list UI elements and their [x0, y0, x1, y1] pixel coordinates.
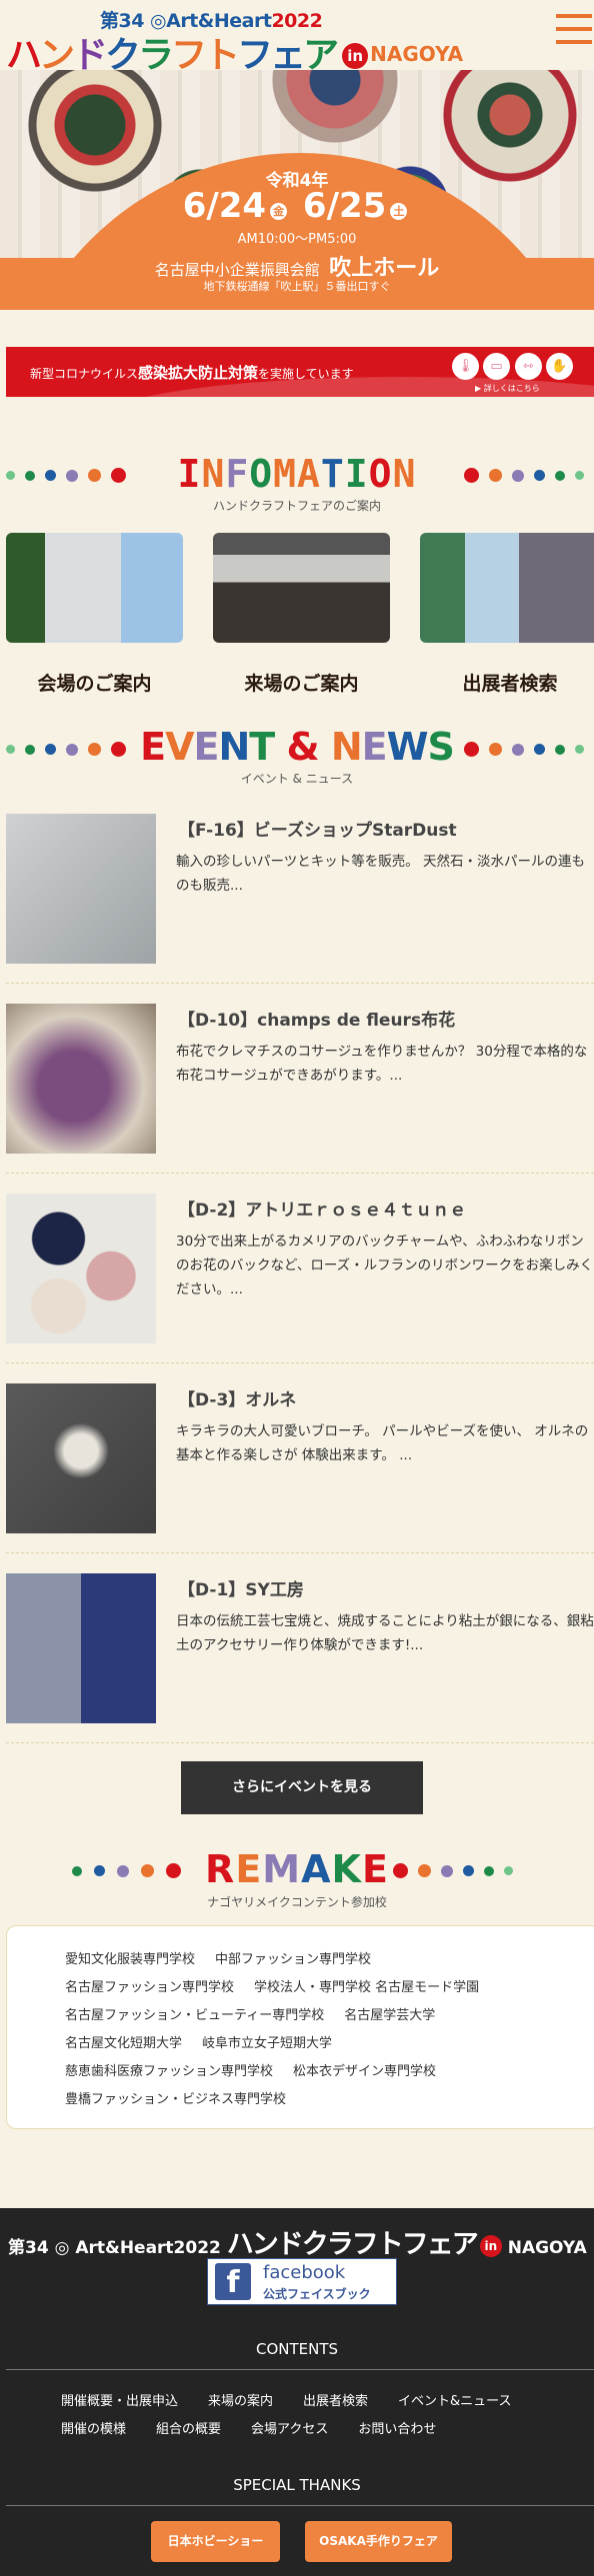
footer-links-row: 開催の模様 組合の概要 会場アクセス お問い合わせ	[61, 2418, 466, 2437]
school-name: 慈恵歯科医療ファッション専門学校	[65, 2064, 274, 2079]
event-item[interactable]: 【D-2】アトリエｒｏｓｅ４ｔｕｎｅ 30分で出来上がるカメリアのバックチャームや…	[0, 1194, 594, 1363]
divider	[6, 2369, 594, 2370]
osaka-fair-button[interactable]: OSAKA手作りフェア	[305, 2521, 452, 2562]
more-events-button[interactable]: さらにイベントを見る	[181, 1761, 423, 1814]
event-description: 30分で出来上がるカメリアのバックチャームや、ふわふわなリボンのお花のバックなど…	[176, 1234, 594, 1297]
school-name: 学校法人・専門学校 名古屋モード学園	[254, 1980, 480, 1995]
footer: 第34 ◎ Art&Heart2022 ハンドクラフトフェア in NAGOYA …	[0, 2208, 594, 2576]
event-photo	[6, 1194, 156, 1343]
school-list: 愛知文化服装専門学校 中部ファッション専門学校名古屋ファッション専門学校 学校法人・…	[6, 1925, 594, 2129]
divider	[6, 983, 594, 984]
hero-banner: 令和4年 6/24 金 6/25 土 AM10:00〜PM5:00 名古屋中小企業振…	[0, 70, 594, 310]
school-name: 名古屋ファッション専門学校	[65, 1980, 235, 1995]
event-title[interactable]: 【D-10】champs de fleurs布花	[178, 1006, 455, 1031]
event-item[interactable]: 【F-16】ビーズショップStarDust 輸入の珍しいパーツとキット等を販売。 …	[0, 814, 594, 984]
mask-icon: ▭	[483, 353, 510, 380]
divider	[6, 2505, 594, 2506]
card-visit[interactable]: 来場のご案内	[213, 533, 390, 696]
divider	[6, 1742, 594, 1743]
facebook-button[interactable]: f facebook 公式フェイスブック	[207, 2258, 397, 2305]
footer-links-row: 開催概要・出展申込 来場の案内 出展者検索 イベント&ニュース	[61, 2390, 542, 2409]
footer-link[interactable]: 出展者検索	[303, 2394, 368, 2409]
hero-access: 地下鉄桜通線「吹上駅」５番出口すぐ	[203, 280, 391, 293]
school-row: 慈恵歯科医療ファッション専門学校 松本衣デザイン専門学校	[65, 2058, 594, 2086]
exhibitor-photo	[420, 533, 594, 643]
remake-subtitle: ナゴヤリメイクコンテント参加校	[207, 1895, 387, 1909]
school-row: 名古屋文化短期大学 岐阜市立女子短期大学	[65, 2030, 594, 2058]
footer-link[interactable]: 開催の模様	[61, 2422, 126, 2437]
divider	[6, 1173, 594, 1174]
venue-photo	[6, 533, 183, 643]
thermometer-icon: 🌡	[452, 353, 479, 380]
footer-link[interactable]: 組合の概要	[156, 2422, 221, 2437]
info-subtitle: ハンドクラフトフェアのご案内	[212, 499, 381, 513]
event-item[interactable]: 【D-1】SY工房日本の伝統工芸七宝焼と、焼成することにより粘土が銀になる、銀粘…	[0, 1573, 594, 1743]
event-description: キラキラの大人可愛いブローチ。 パールやビーズを使い、 オルネの基本と作る楽しさ…	[176, 1423, 589, 1463]
event-photo	[6, 1004, 156, 1154]
logo-nagoya: NAGOYA	[370, 42, 464, 66]
school-name: 名古屋学芸大学	[344, 2008, 436, 2023]
info-title: INFOMATION	[177, 452, 417, 496]
divider	[6, 1552, 594, 1553]
footer-link[interactable]: お問い合わせ	[358, 2422, 436, 2437]
card-exhibitor-search[interactable]: 出展者検索	[420, 533, 594, 696]
corona-more-link[interactable]: ▶ 詳しくはこちら	[475, 383, 540, 394]
footer-link[interactable]: イベント&ニュース	[398, 2394, 512, 2409]
school-row: 愛知文化服装専門学校 中部ファッション専門学校	[65, 1946, 594, 1974]
school-row: 名古屋ファッション専門学校 学校法人・専門学校 名古屋モード学園	[65, 1974, 594, 2002]
event-title[interactable]: 【F-16】ビーズショップStarDust	[178, 816, 457, 841]
event-description: 日本の伝統工芸七宝焼と、焼成することにより粘土が銀になる、銀粘土のアクセサリー作…	[176, 1613, 594, 1653]
footer-link[interactable]: 来場の案内	[208, 2394, 273, 2409]
school-name: 豊橋ファッション・ビジネス専門学校	[65, 2092, 287, 2107]
logo-in-badge: in	[342, 43, 369, 69]
hero-time: AM10:00〜PM5:00	[237, 232, 357, 247]
school-name: 愛知文化服装専門学校	[65, 1952, 196, 1967]
event-description: 布花でクレマチスのコサージュを作りませんか？ 30分程で本格的な布花コサージュが…	[176, 1044, 588, 1084]
school-row: 名古屋ファッション・ビューティー専門学校 名古屋学芸大学	[65, 2002, 594, 2030]
hero-dates: 6/24 金 6/25 土	[0, 186, 594, 226]
contents-heading: CONTENTS	[255, 2340, 339, 2358]
divider	[6, 1362, 594, 1363]
footer-link[interactable]: 会場アクセス	[251, 2422, 328, 2437]
school-name: 中部ファッション専門学校	[215, 1952, 372, 1967]
event-description: 輸入の珍しいパーツとキット等を販売。 天然石・淡水パールの連ものも販売...	[176, 854, 586, 894]
school-name: 名古屋ファッション・ビューティー専門学校	[65, 2008, 325, 2023]
sanitizer-icon: ✋	[546, 353, 573, 380]
card-venue[interactable]: 会場のご案内	[6, 533, 183, 696]
footer-logo[interactable]: 第34 ◎ Art&Heart2022 ハンドクラフトフェア in NAGOYA	[8, 2222, 587, 2261]
corona-measures-banner[interactable]: 新型コロナウイルス感染拡大防止対策を実施しています 🌡 ▭ ⇿ ✋ ▶ 詳しくは…	[6, 347, 594, 397]
distance-icon: ⇿	[515, 353, 542, 380]
school-name: 松本衣デザイン専門学校	[293, 2064, 437, 2079]
hamburger-icon[interactable]	[556, 14, 592, 46]
event-title[interactable]: 【D-1】SY工房	[178, 1575, 304, 1600]
special-thanks-heading: SPECIAL THANKS	[233, 2476, 361, 2494]
visit-photo	[213, 533, 390, 643]
corona-text: 新型コロナウイルス感染拡大防止対策を実施しています	[30, 364, 354, 382]
event-item[interactable]: 【D-10】champs de fleurs布花布花でクレマチスのコサージュを作…	[0, 1004, 594, 1174]
school-row: 豊橋ファッション・ビジネス専門学校	[65, 2086, 594, 2114]
hobby-show-button[interactable]: 日本ホビーショー	[151, 2521, 280, 2562]
event-photo	[6, 1383, 156, 1533]
remake-title: REMAKE	[205, 1847, 389, 1891]
event-photo	[6, 1573, 156, 1723]
facebook-icon: f	[215, 2263, 251, 2300]
school-name: 名古屋文化短期大学	[65, 2036, 183, 2051]
events-title: EVENT & NEWS	[140, 725, 455, 769]
event-photo	[6, 814, 156, 964]
event-title[interactable]: 【D-3】オルネ	[178, 1385, 296, 1410]
school-name: 岐阜市立女子短期大学	[202, 2036, 333, 2051]
footer-link[interactable]: 開催概要・出展申込	[61, 2394, 178, 2409]
event-item[interactable]: 【D-3】オルネキラキラの大人可愛いブローチ。 パールやビーズを使い、 オルネの…	[0, 1383, 594, 1553]
event-title[interactable]: 【D-2】アトリエｒｏｓｅ４ｔｕｎｅ	[178, 1196, 466, 1221]
events-subtitle: イベント & ニュース	[240, 772, 354, 786]
